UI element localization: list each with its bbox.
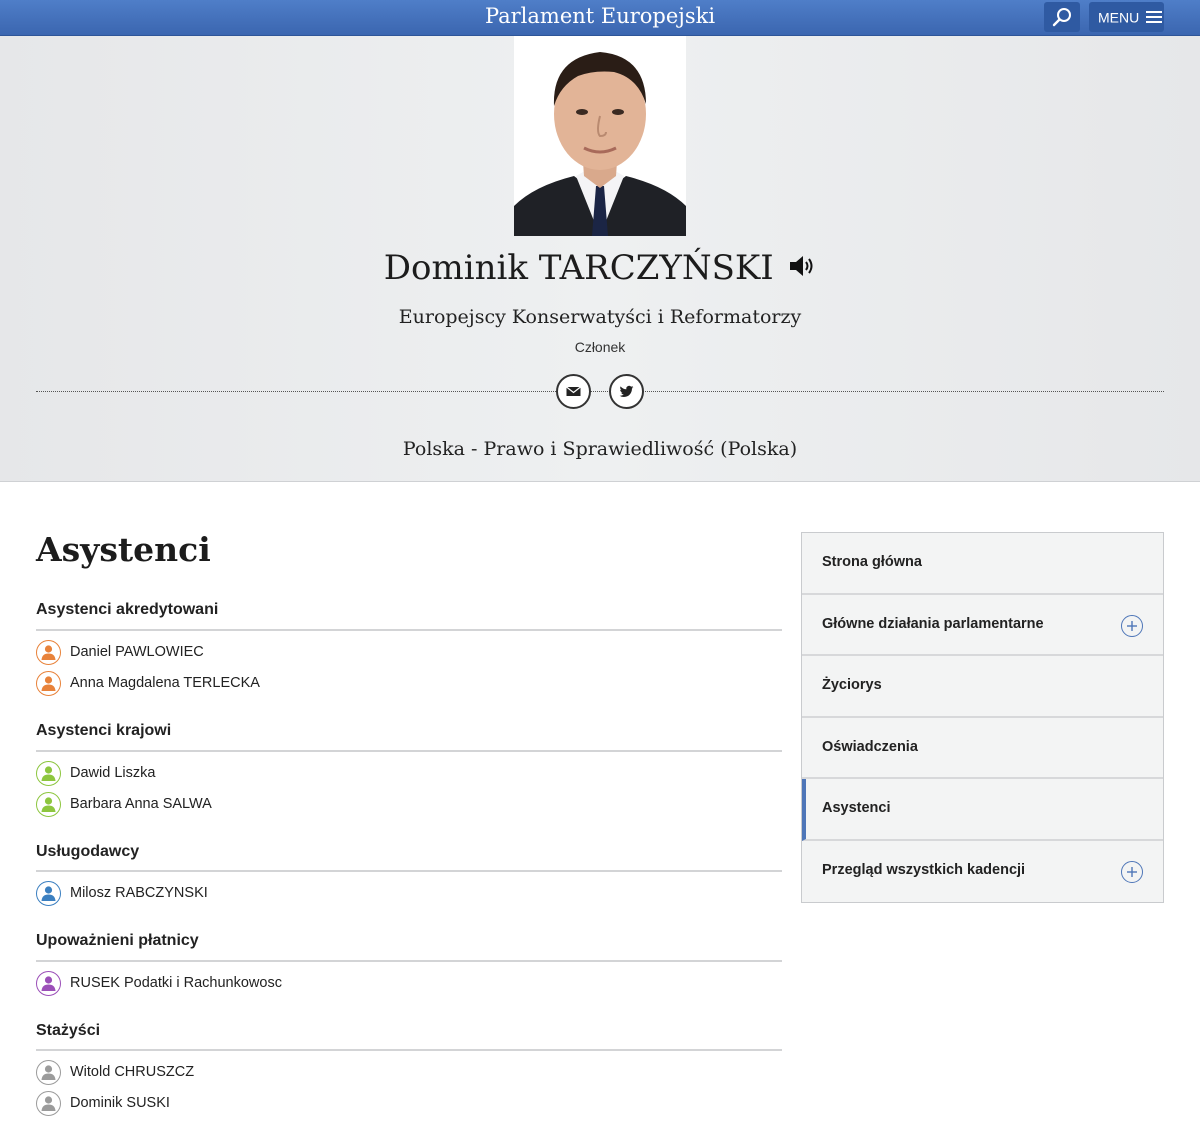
section-divider [36, 870, 782, 872]
page-title: Asystenci [36, 530, 211, 569]
mep-role: Członek [574, 339, 626, 355]
site-title[interactable]: Parlament Europejski [0, 4, 1200, 28]
sidebar-item-all-terms[interactable]: Przegląd wszystkich kadencji [802, 840, 1163, 902]
email-button[interactable] [556, 374, 591, 409]
section-divider [36, 1049, 782, 1051]
sidebar-item-declarations[interactable]: Oświadczenia [802, 717, 1163, 779]
section-divider [36, 960, 782, 962]
person-name: Dominik SUSKI [70, 1095, 170, 1111]
sidebar-item-cv[interactable]: Życiorys [802, 656, 1163, 718]
section-title: Upoważnieni płatnicy [36, 932, 199, 949]
person-icon [36, 881, 61, 906]
person-icon [36, 671, 61, 696]
person-icon [36, 1091, 61, 1116]
search-button[interactable] [1044, 2, 1080, 32]
country-party: Polska - Prawo i Sprawiedliwość (Polska) [402, 438, 798, 460]
person-icon [36, 971, 61, 996]
email-icon [566, 386, 581, 396]
section-title: Usługodawcy [36, 843, 140, 860]
menu-label: MENU [1098, 9, 1140, 26]
person-name: Daniel PAWLOWIEC [70, 644, 204, 660]
sidebar-item-assistants[interactable]: Asystenci [802, 779, 1163, 841]
person-icon [36, 640, 61, 665]
political-group: Europejscy Konserwatyści i Reformatorzy [398, 306, 802, 328]
sidebar-item-label: Życiorys [822, 677, 882, 693]
section-title: Stażyści [36, 1022, 101, 1039]
sidebar-item-label: Strona główna [822, 554, 922, 570]
person-name: Barbara Anna SALWA [70, 796, 212, 812]
sidebar-item-label: Główne działania parlamentarne [822, 615, 1044, 632]
speaker-icon[interactable] [788, 254, 816, 283]
person-name: Anna Magdalena TERLECKA [70, 675, 260, 691]
section-divider [36, 750, 782, 752]
mep-name: Dominik TARCZYŃSKI [383, 248, 774, 288]
section-title: Asystenci akredytowani [36, 601, 219, 618]
search-icon [1052, 8, 1071, 27]
person-name: RUSEK Podatki i Rachunkowosc [70, 975, 282, 991]
sidebar-nav: Strona główna Główne działania parlament… [801, 532, 1164, 903]
top-bar: Parlament Europejski MENU [0, 0, 1200, 36]
twitter-icon [619, 385, 634, 397]
hamburger-icon [1146, 11, 1163, 24]
sidebar-item-label: Przegląd wszystkich kadencji [822, 861, 1026, 878]
mep-photo [514, 36, 686, 236]
sidebar-item-label: Oświadczenia [822, 738, 918, 755]
sidebar-item-main-activities[interactable]: Główne działania parlamentarne [802, 594, 1163, 656]
person-name: Witold CHRUSZCZ [70, 1064, 195, 1080]
mep-name-row: Dominik TARCZYŃSKI [0, 248, 1200, 288]
expand-plus-icon[interactable] [1121, 614, 1143, 637]
person-icon [36, 761, 61, 786]
section-title: Asystenci krajowi [36, 722, 172, 739]
divider [36, 391, 1164, 392]
expand-plus-icon[interactable] [1121, 860, 1143, 883]
section-divider [36, 629, 782, 631]
sidebar-item-label: Asystenci [822, 800, 891, 816]
twitter-button[interactable] [609, 374, 644, 409]
sidebar-item-home[interactable]: Strona główna [802, 533, 1163, 595]
profile-header: Dominik TARCZYŃSKI Europejscy Konserwaty… [0, 36, 1200, 482]
person-name: Milosz RABCZYNSKI [70, 885, 208, 901]
person-icon [36, 792, 61, 817]
person-name: Dawid Liszka [70, 765, 156, 781]
person-icon [36, 1060, 61, 1085]
menu-button[interactable]: MENU [1089, 2, 1164, 32]
